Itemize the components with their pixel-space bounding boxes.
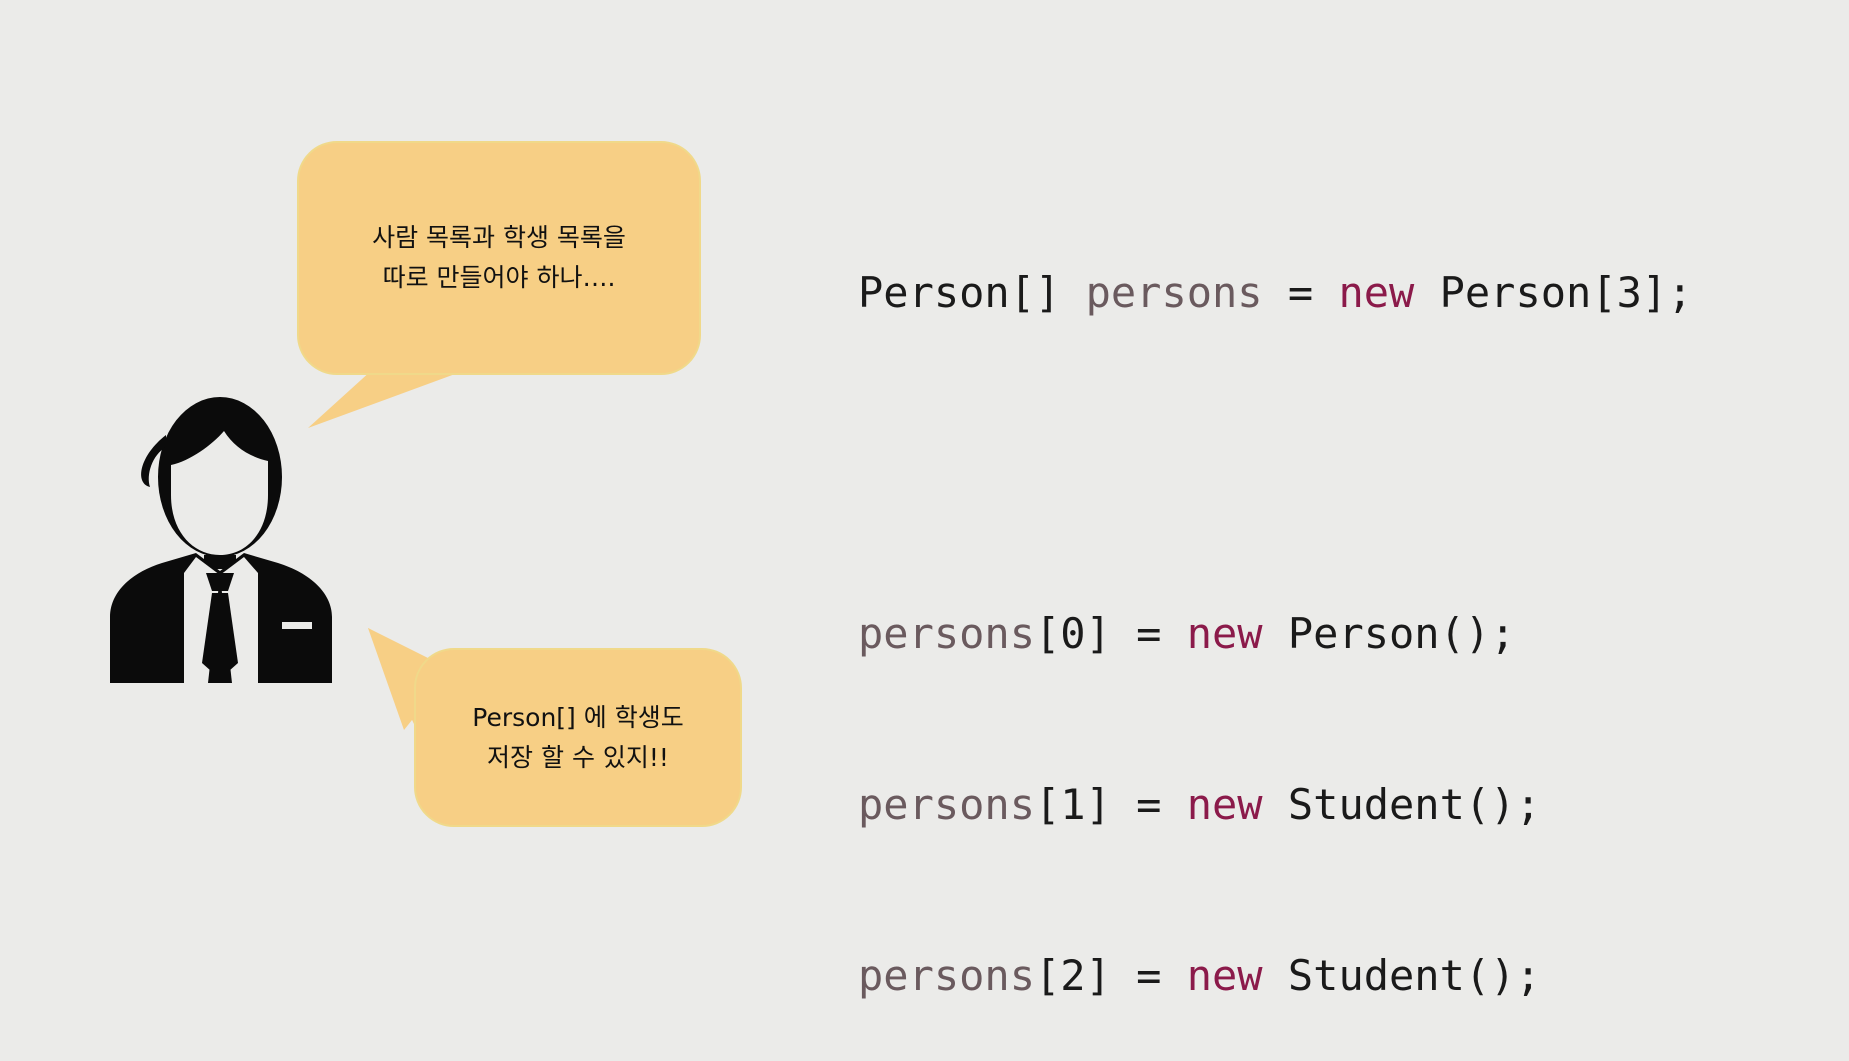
speech-bubble-bottom: Person[] 에 학생도 저장 할 수 있지!! <box>414 648 742 827</box>
code-line-array-declaration: Person[] persons = new Person[3]; <box>858 264 1692 321</box>
code-token-punct <box>1060 268 1085 317</box>
speech-bubble-top-text: 사람 목록과 학생 목록을 따로 만들어야 하나…. <box>372 223 626 292</box>
code-token-type: Student(); <box>1262 951 1541 1000</box>
code-token-var: persons <box>1085 268 1263 317</box>
speech-bubble-bottom-text: Person[] 에 학생도 저장 할 수 있지!! <box>472 702 684 772</box>
code-token-punct: [2] = <box>1035 951 1187 1000</box>
code-token-type: Person[] <box>858 268 1061 317</box>
code-token-punct: [1] = <box>1035 780 1187 829</box>
code-line-assign-student-2: persons[2] = new Student(); <box>858 947 1692 1004</box>
speech-bubble-top: 사람 목록과 학생 목록을 따로 만들어야 하나…. <box>297 141 701 375</box>
code-token-kw: new <box>1186 780 1263 829</box>
code-token-punct: [0] = <box>1035 609 1187 658</box>
code-token-var: persons <box>858 951 1036 1000</box>
code-token-punct: = <box>1262 268 1339 317</box>
code-token-type: Student(); <box>1262 780 1541 829</box>
code-token-type: Person(); <box>1262 609 1516 658</box>
code-token-kw: new <box>1338 268 1415 317</box>
businessman-icon <box>110 397 332 683</box>
code-token-var: persons <box>858 780 1036 829</box>
code-line-assign-student-1: persons[1] = new Student(); <box>858 776 1692 833</box>
code-token-kw: new <box>1186 951 1263 1000</box>
code-token-kw: new <box>1186 609 1263 658</box>
code-token-var: persons <box>858 609 1036 658</box>
code-block: Person[] persons = new Person[3]; person… <box>858 150 1692 1061</box>
code-token-type: Person[3]; <box>1414 268 1693 317</box>
code-line-assign-person: persons[0] = new Person(); <box>858 605 1692 662</box>
